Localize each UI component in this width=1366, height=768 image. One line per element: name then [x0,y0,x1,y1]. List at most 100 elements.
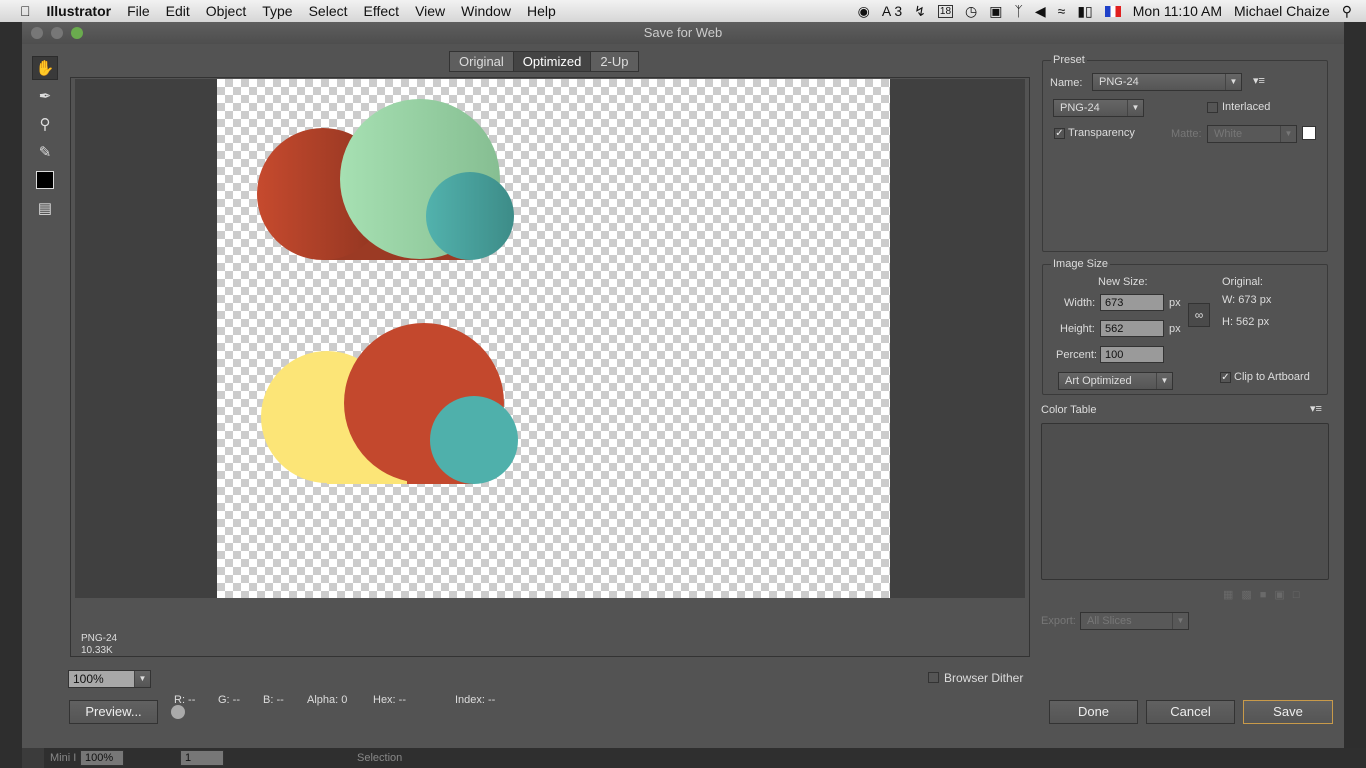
quality-value: Art Optimized [1065,375,1132,387]
menu-select[interactable]: Select [301,3,356,19]
clock[interactable]: Mon 11:10 AM [1133,3,1222,19]
volume-icon[interactable]: ◀ [1035,3,1046,20]
transparency-checkbox[interactable]: ✓ [1054,128,1065,139]
percent-input[interactable]: 100 [1100,346,1164,363]
minimize-window-button[interactable] [51,27,63,39]
chevron-down-icon: ▼ [1225,74,1241,90]
preset-title: Preset [1051,54,1087,66]
flag-icon[interactable] [1104,5,1121,17]
clip-to-artboard-checkbox[interactable]: ✓ [1220,372,1231,383]
slice-select-tool-icon[interactable]: ✒ [32,84,58,108]
image-size-title: Image Size [1051,258,1111,270]
status-zoom-field[interactable]: 100% [80,750,124,766]
cancel-button[interactable]: Cancel [1146,700,1235,724]
image-size-panel: Image Size New Size: Width: 673 px Heigh… [1042,258,1328,395]
preset-name-dropdown[interactable]: PNG-24 ▼ [1092,73,1242,91]
menu-effect[interactable]: Effect [356,3,408,19]
menu-edit[interactable]: Edit [158,3,198,19]
readout-index: Index: -- [455,694,496,706]
menu-file[interactable]: File [119,3,158,19]
chevron-down-icon: ▼ [1172,613,1188,629]
eyedropper-color-swatch[interactable] [32,168,58,192]
chevron-down-icon: ▼ [1280,126,1296,142]
color-table-menu-icon[interactable]: ▾≡ [1310,402,1322,415]
spotlight-search-icon[interactable]: ⚲ [1342,3,1352,20]
matte-label: Matte: [1171,128,1202,140]
tab-original[interactable]: Original [450,52,514,71]
tab-2-up[interactable]: 2-Up [591,52,638,71]
toggle-slices-icon[interactable]: ▤ [32,196,58,220]
matte-dropdown[interactable]: White ▼ [1207,125,1297,143]
preset-name-value: PNG-24 [1099,76,1139,88]
save-for-web-dialog: Save for Web Original Optimized 2-Up ✋ ✒… [22,22,1344,748]
tool-palette: ✋ ✒ ⚲ ✎ ▤ [32,56,60,224]
browser-globe-icon[interactable] [171,705,185,719]
status-tool-label: Selection [357,752,403,764]
bluetooth-icon[interactable]: ᛉ [1014,3,1022,19]
zoom-dropdown-button[interactable]: ▼ [134,670,151,688]
save-button[interactable]: Save [1243,700,1333,724]
matte-color-swatch[interactable] [1302,126,1316,140]
quality-dropdown[interactable]: Art Optimized ▼ [1058,372,1173,390]
hand-tool-icon[interactable]: ✋ [32,56,58,80]
color-table-actions[interactable]: ▦▩■▣□ [1223,588,1307,601]
preview-file-size: 10.33K [81,645,113,656]
new-size-label: New Size: [1098,276,1148,288]
menu-view[interactable]: View [407,3,453,19]
eyedropper-tool-icon[interactable]: ✎ [32,140,58,164]
height-unit: px [1169,323,1181,335]
creative-cloud-icon[interactable]: ◉ [858,3,870,20]
close-window-button[interactable] [31,27,43,39]
clip-to-artboard-label: Clip to Artboard [1234,371,1310,383]
wifi-icon[interactable]: ≈ [1058,3,1066,19]
optimize-menu-icon[interactable]: ▾≡ [1253,74,1265,87]
artboard-number-field[interactable]: 1 [180,750,224,766]
percent-label: Percent: [1056,349,1097,361]
export-dropdown[interactable]: All Slices ▼ [1080,612,1189,630]
height-input[interactable]: 562 [1100,320,1164,337]
adobe-app-icon[interactable]: A 3 [882,3,902,19]
readout-hex: Hex: -- [373,694,406,706]
menu-bar:  Illustrator File Edit Object Type Sele… [0,0,1366,22]
menu-app[interactable]: Illustrator [39,3,120,19]
top-teal-circle [426,172,514,260]
status-bar-label: Mini I [50,752,77,764]
done-button[interactable]: Done [1049,700,1138,724]
preview-button[interactable]: Preview... [69,700,158,724]
tab-optimized[interactable]: Optimized [513,52,592,71]
color-table [1041,423,1329,580]
display-icon[interactable]: ▣ [989,3,1002,20]
file-format-dropdown[interactable]: PNG-24 ▼ [1053,99,1144,117]
illustrator-toolbar-background [0,22,22,768]
export-label: Export: [1041,615,1076,627]
browser-dither-checkbox[interactable] [928,672,939,683]
chevron-down-icon: ▼ [1156,373,1172,389]
file-format-value: PNG-24 [1060,102,1100,114]
battery-icon[interactable]: ▮▯ [1077,3,1092,20]
zoom-tool-icon[interactable]: ⚲ [32,112,58,136]
width-label: Width: [1064,297,1096,309]
height-label: Height: [1060,323,1095,335]
width-input[interactable]: 673 [1100,294,1164,311]
menu-window[interactable]: Window [453,3,519,19]
original-label: Original: [1222,276,1263,288]
menu-type[interactable]: Type [254,3,300,19]
interlaced-checkbox[interactable] [1207,102,1218,113]
preview-canvas[interactable] [75,79,1025,598]
browser-dither-label: Browser Dither [944,671,1024,685]
user-name[interactable]: Michael Chaize [1234,3,1330,19]
apple-icon[interactable]:  [0,3,39,19]
interlaced-label: Interlaced [1222,101,1271,113]
constrain-proportions-link-icon[interactable]: ∞ [1188,303,1210,327]
width-unit: px [1169,297,1181,309]
artboard-preview [217,79,890,598]
preview-pane: PNG-24 10.33K [70,77,1030,657]
menu-object[interactable]: Object [198,3,254,19]
calendar-icon[interactable]: 18 [937,4,954,18]
readout-alpha: Alpha: 0 [307,694,348,706]
script-icon[interactable]: ↯ [914,3,926,20]
zoom-window-button[interactable] [71,27,83,39]
time-machine-icon[interactable]: ◷ [965,3,977,20]
top-shape-group [257,99,514,260]
menu-help[interactable]: Help [519,3,564,19]
